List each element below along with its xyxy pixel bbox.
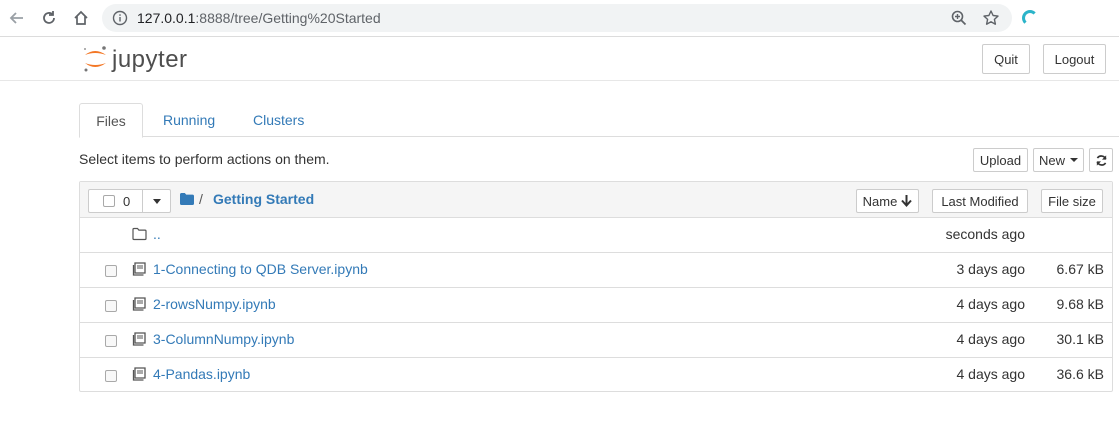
breadcrumb-separator: / xyxy=(199,191,203,207)
file-modified: 4 days ago xyxy=(956,366,1026,382)
file-size: 30.1 kB xyxy=(1056,331,1104,347)
select-dropdown-icon[interactable] xyxy=(153,199,161,204)
arrow-down-icon xyxy=(901,195,913,207)
row-checkbox[interactable] xyxy=(105,300,117,312)
divider xyxy=(142,190,143,212)
refresh-button[interactable] xyxy=(1089,148,1113,172)
folder-open-icon xyxy=(132,227,147,241)
jupyter-logo-icon xyxy=(84,46,106,72)
notebook-icon xyxy=(132,297,146,311)
home-icon[interactable] xyxy=(70,7,92,29)
new-dropdown-button[interactable]: New xyxy=(1033,148,1084,172)
extension-icon[interactable] xyxy=(1022,10,1038,26)
new-label: New xyxy=(1038,152,1065,168)
row-checkbox[interactable] xyxy=(105,335,117,347)
file-modified: 4 days ago xyxy=(956,331,1026,347)
upload-button[interactable]: Upload xyxy=(973,148,1028,172)
notebook-icon xyxy=(132,332,146,346)
parent-folder-row[interactable]: .. seconds ago xyxy=(80,218,1112,253)
file-modified: seconds ago xyxy=(945,226,1025,242)
caret-down-icon xyxy=(1070,158,1078,162)
info-icon[interactable] xyxy=(112,10,128,26)
select-all-group: 0 xyxy=(88,189,171,213)
select-all-checkbox[interactable] xyxy=(103,195,115,207)
jupyter-logo-text: jupyter xyxy=(112,46,188,73)
file-name-link[interactable]: 3-ColumnNumpy.ipynb xyxy=(153,331,294,347)
sort-modified-button[interactable]: Last Modified xyxy=(932,189,1028,213)
url-text[interactable]: 127.0.0.1:8888/tree/Getting%20Started xyxy=(137,10,381,26)
tab-running[interactable]: Running xyxy=(163,103,215,137)
file-size: 36.6 kB xyxy=(1056,366,1104,382)
tab-files[interactable]: Files xyxy=(79,103,143,138)
notebook-icon xyxy=(132,262,146,276)
tab-bar: Files Running Clusters xyxy=(79,103,1119,138)
file-list-header: 0 / Getting Started Name Last Modified F… xyxy=(80,182,1112,218)
file-name-link[interactable]: 1-Connecting to QDB Server.ipynb xyxy=(153,261,368,277)
file-list: 0 / Getting Started Name Last Modified F… xyxy=(79,181,1113,392)
notebook-icon xyxy=(132,367,146,381)
breadcrumb-current-folder[interactable]: Getting Started xyxy=(213,191,314,207)
jupyter-header: jupyter Quit Logout xyxy=(0,37,1119,81)
file-name-link[interactable]: .. xyxy=(153,226,161,242)
folder-icon[interactable] xyxy=(180,193,194,205)
refresh-icon xyxy=(1096,154,1106,166)
file-size: 9.68 kB xyxy=(1056,296,1104,312)
table-row[interactable]: 3-ColumnNumpy.ipynb 4 days ago 30.1 kB xyxy=(80,323,1112,358)
browser-toolbar: 127.0.0.1:8888/tree/Getting%20Started xyxy=(0,0,1119,37)
address-bar[interactable]: 127.0.0.1:8888/tree/Getting%20Started xyxy=(102,4,1012,32)
sort-name-label: Name xyxy=(862,193,898,209)
zoom-icon[interactable] xyxy=(950,9,968,27)
table-row[interactable]: 4-Pandas.ipynb 4 days ago 36.6 kB xyxy=(80,358,1112,393)
star-icon[interactable] xyxy=(982,9,1000,27)
logout-button[interactable]: Logout xyxy=(1043,44,1106,74)
reload-icon[interactable] xyxy=(38,7,60,29)
url-path: :8888/tree/Getting%20Started xyxy=(195,10,381,26)
tab-clusters[interactable]: Clusters xyxy=(253,103,304,137)
file-size: 6.67 kB xyxy=(1056,261,1104,277)
sort-name-button[interactable]: Name xyxy=(856,189,919,213)
back-icon[interactable] xyxy=(6,7,28,29)
select-message: Select items to perform actions on them. xyxy=(79,151,330,167)
row-checkbox[interactable] xyxy=(105,370,117,382)
file-name-link[interactable]: 4-Pandas.ipynb xyxy=(153,366,250,382)
url-host: 127.0.0.1 xyxy=(137,10,196,26)
file-modified: 3 days ago xyxy=(956,261,1026,277)
file-modified: 4 days ago xyxy=(956,296,1026,312)
file-name-link[interactable]: 2-rowsNumpy.ipynb xyxy=(153,296,276,312)
table-row[interactable]: 2-rowsNumpy.ipynb 4 days ago 9.68 kB xyxy=(80,288,1112,323)
row-checkbox[interactable] xyxy=(105,265,117,277)
sort-size-button[interactable]: File size xyxy=(1041,189,1103,213)
quit-button[interactable]: Quit xyxy=(982,44,1030,74)
selected-count: 0 xyxy=(123,194,131,209)
table-row[interactable]: 1-Connecting to QDB Server.ipynb 3 days … xyxy=(80,253,1112,288)
